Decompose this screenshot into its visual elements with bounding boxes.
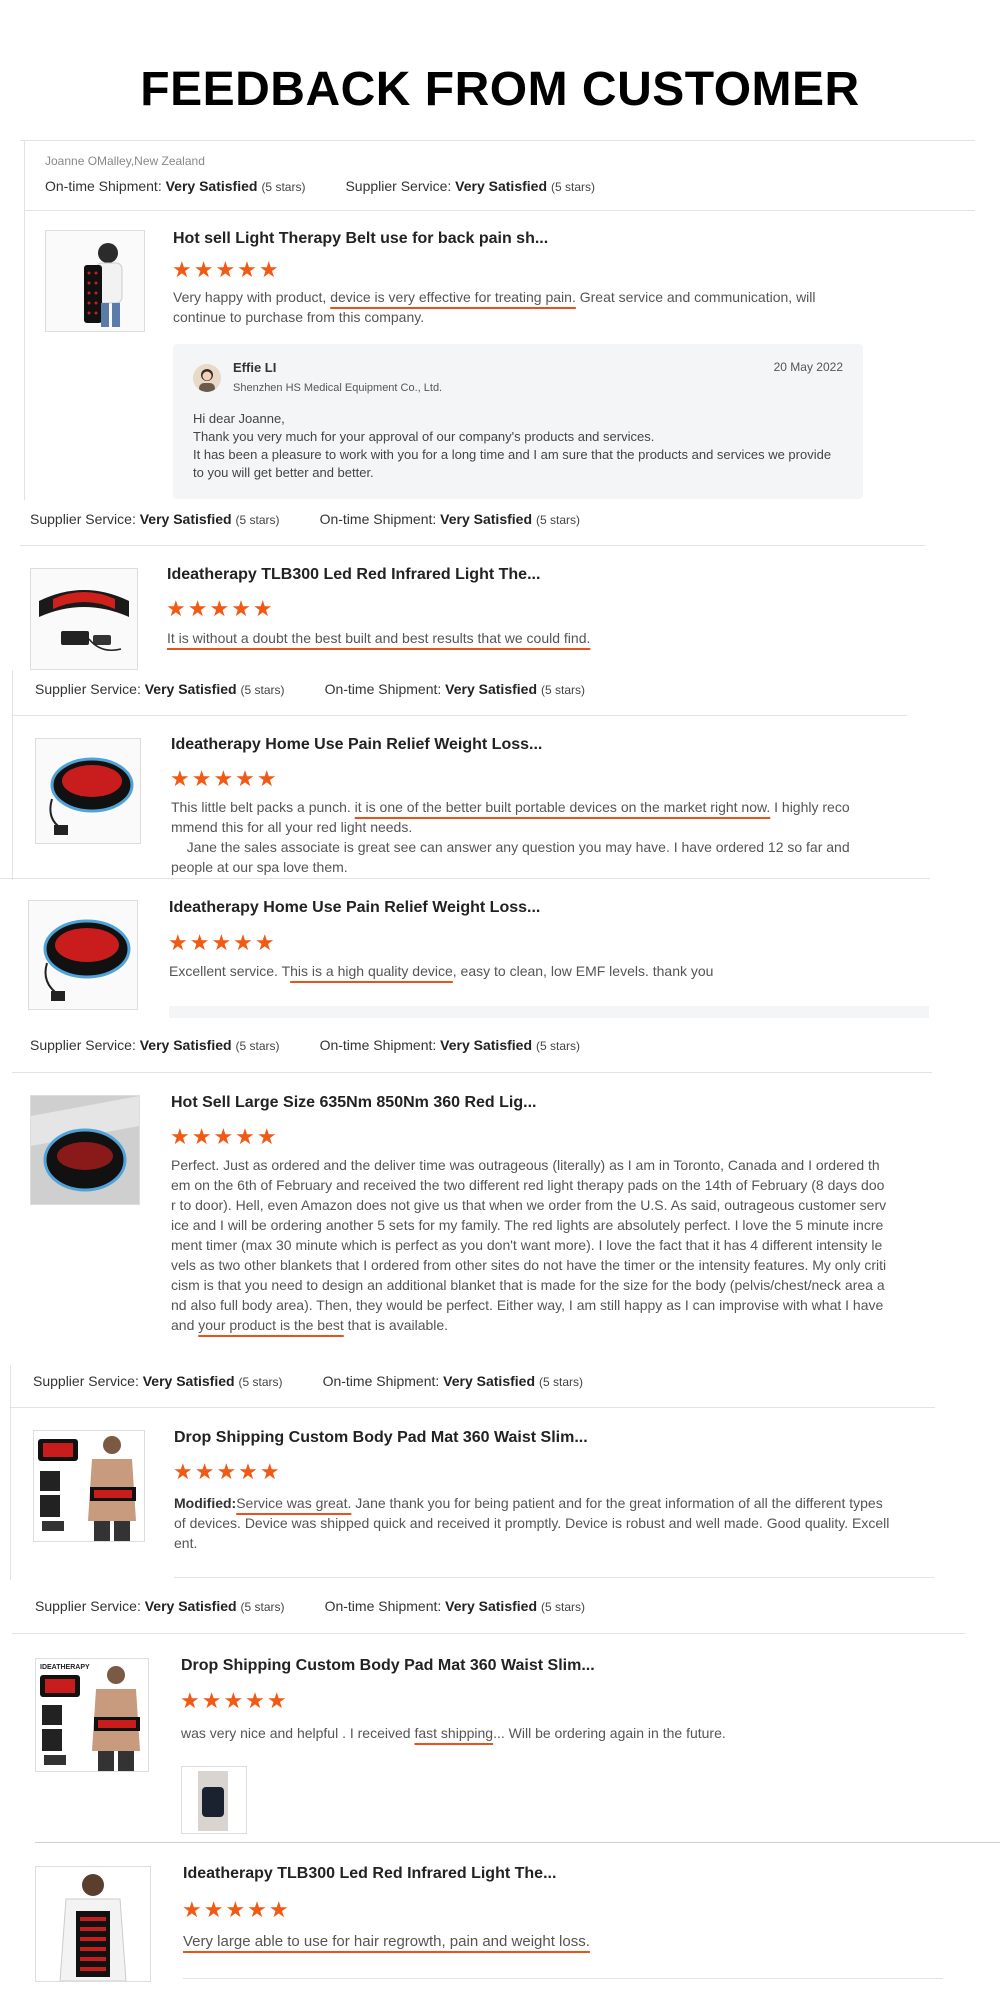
product-image: IDEATHERAPY [36,1659,148,1771]
product-image [36,739,140,843]
rating-stars: ★★★★★ [166,596,275,621]
product-thumbnail[interactable] [45,230,145,332]
seller-reply: Effie LI Shenzhen HS Medical Equipment C… [173,344,863,499]
product-image [29,901,137,1009]
product-title[interactable]: Drop Shipping Custom Body Pad Mat 360 Wa… [181,1657,595,1675]
product-thumbnail[interactable] [30,568,138,670]
product-image [31,1096,139,1204]
product-title[interactable]: Hot Sell Large Size 635Nm 850Nm 360 Red … [171,1094,536,1112]
product-image [36,1867,150,1981]
service-row: Supplier Service: Very Satisfied (5 stars… [30,511,581,527]
review-text: This little belt packs a punch. it is on… [171,799,850,875]
service-row: Supplier Service: Very Satisfied (5 stars… [33,1373,584,1389]
product-title[interactable]: Hot sell Light Therapy Belt use for back… [173,230,548,248]
service-row: Supplier Service: Very Satisfied (5 stars… [35,1598,586,1614]
rating-stars: ★★★★★ [170,766,279,791]
product-title[interactable]: Ideatherapy TLB300 Led Red Infrared Ligh… [167,566,540,584]
product-thumbnail[interactable] [35,738,141,844]
reply-date: 20 May 2022 [773,360,843,374]
review-text: Very happy with product, device is very … [173,289,816,325]
review-text: Modified:Service was great. Jane thank y… [174,1495,890,1551]
service-row: On-time Shipment: Very Satisfied (5 stars… [45,178,596,194]
avatar [193,364,221,392]
rating-stars: ★★★★★ [170,1124,279,1149]
service-row: Supplier Service: Very Satisfied (5 stars… [35,681,586,697]
review-text: Excellent service. This is a high qualit… [169,963,714,979]
reply-preview [169,1006,929,1018]
rating-stars: ★★★★★ [180,1688,289,1713]
product-thumbnail[interactable]: IDEATHERAPY [35,1658,149,1772]
product-title[interactable]: Drop Shipping Custom Body Pad Mat 360 Wa… [174,1429,588,1447]
rating-stars: ★★★★★ [182,1897,291,1922]
page-title: FEEDBACK FROM CUSTOMER [140,63,860,116]
product-image [31,569,137,669]
reply-text: Hi dear Joanne, Thank you very much for … [193,411,832,480]
review-photo-image [182,1767,246,1833]
product-thumbnail[interactable] [33,1430,145,1542]
rating-stars: ★★★★★ [173,1459,282,1484]
rating-stars: ★★★★★ [172,257,281,282]
rating-stars: ★★★★★ [168,930,277,955]
review-photo[interactable] [181,1766,247,1834]
svg-text:IDEATHERAPY: IDEATHERAPY [40,1664,90,1671]
review-text: was very nice and helpful . I received f… [181,1725,726,1741]
reply-company: Shenzhen HS Medical Equipment Co., Ltd. [233,382,443,394]
review-text: Perfect. Just as ordered and the deliver… [171,1157,887,1333]
review-text: Very large able to use for hair regrowth… [183,1933,590,1950]
reviewer-name: Joanne OMalley,New Zealand [45,154,205,168]
product-thumbnail[interactable] [30,1095,140,1205]
product-image [34,1431,144,1541]
product-title[interactable]: Ideatherapy TLB300 Led Red Infrared Ligh… [183,1865,556,1883]
review-text: It is without a doubt the best built and… [167,630,591,646]
product-title[interactable]: Ideatherapy Home Use Pain Relief Weight … [171,736,542,754]
service-row: Supplier Service: Very Satisfied (5 stars… [30,1037,581,1053]
reply-author: Effie LI [233,360,277,375]
product-thumbnail[interactable] [35,1866,151,1982]
product-image [46,231,144,331]
product-thumbnail[interactable] [28,900,138,1010]
product-title[interactable]: Ideatherapy Home Use Pain Relief Weight … [169,899,540,917]
